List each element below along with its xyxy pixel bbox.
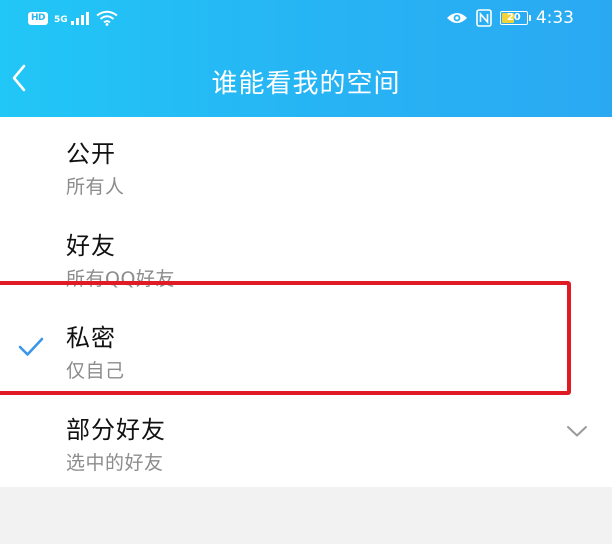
nfc-icon [476,9,492,27]
screen: HD 5G 20 4:33 谁能看我的空间 公开 所有人 好友 所有QQ好友 私… [0,0,612,544]
option-title: 公开 [66,140,116,168]
wifi-icon [96,10,118,26]
option-friends[interactable]: 好友 所有QQ好友 [0,209,612,301]
status-bar: HD 5G 20 4:33 [0,0,612,40]
status-time: 4:33 [535,7,574,28]
battery-tip [528,15,531,21]
check-icon [18,337,44,356]
option-subtitle: 所有QQ好友 [66,268,175,290]
option-title: 好友 [66,232,116,260]
hd-badge: HD [28,11,49,25]
option-private[interactable]: 私密 仅自己 [0,301,612,393]
visibility-options-list: 公开 所有人 好友 所有QQ好友 私密 仅自己 部分好友 选中的好友 [0,117,612,487]
nav-bar: 谁能看我的空间 [0,40,612,117]
option-public[interactable]: 公开 所有人 [0,117,612,209]
app-header: HD 5G 20 4:33 谁能看我的空间 [0,0,612,117]
battery-icon: 20 [499,11,531,25]
status-right-group: 20 4:33 [446,9,574,27]
option-title: 私密 [66,324,116,352]
eye-icon [446,13,467,23]
signal-group: 5G [54,11,90,25]
option-some-friends[interactable]: 部分好友 选中的好友 [0,393,612,485]
network-type-label: 5G [54,15,68,25]
option-subtitle: 仅自己 [66,360,125,382]
battery-level: 20 [506,12,521,23]
option-subtitle: 选中的好友 [66,452,164,474]
status-left-group: HD 5G [28,10,118,26]
page-title: 谁能看我的空间 [211,69,401,99]
option-title: 部分好友 [66,416,166,444]
signal-icon [70,12,89,25]
option-subtitle: 所有人 [66,176,125,198]
chevron-down-icon[interactable] [566,423,588,439]
